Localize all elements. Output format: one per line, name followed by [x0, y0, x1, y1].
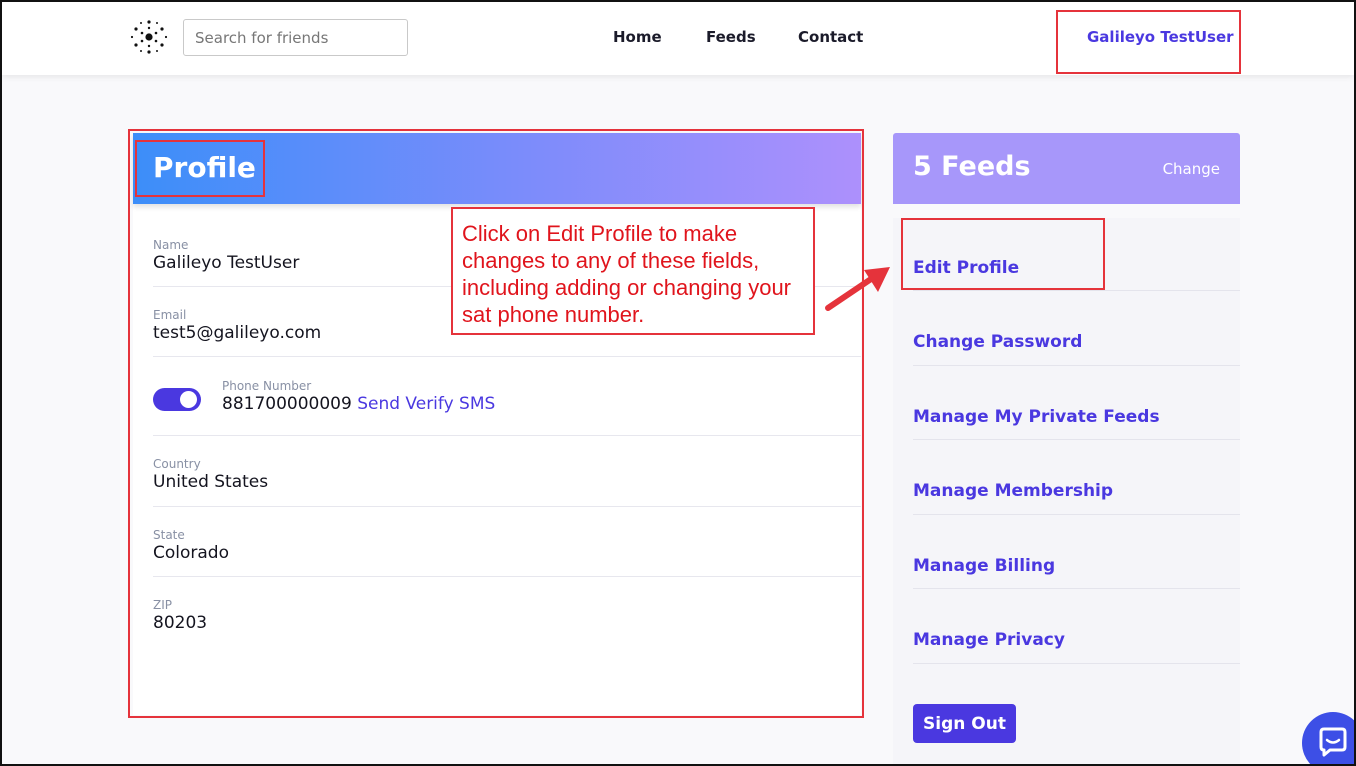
menu-manage-private-feeds[interactable]: Manage My Private Feeds [913, 407, 1160, 427]
send-verify-sms-link[interactable]: Send Verify SMS [357, 394, 495, 414]
divider [913, 663, 1240, 664]
profile-title: Profile [153, 151, 256, 184]
email-label: Email [153, 308, 187, 322]
name-value: Galileyo TestUser [153, 253, 300, 273]
top-navbar: Home Feeds Contact Galileyo TestUser [2, 2, 1354, 75]
feeds-header: 5 Feeds Change [893, 133, 1240, 204]
state-field: State Colorado [153, 528, 229, 563]
menu-manage-privacy[interactable]: Manage Privacy [913, 630, 1065, 650]
divider [913, 290, 1240, 291]
sign-out-button[interactable]: Sign Out [913, 704, 1016, 743]
menu-manage-billing[interactable]: Manage Billing [913, 556, 1055, 576]
menu-change-password[interactable]: Change Password [913, 332, 1082, 352]
phone-toggle[interactable] [153, 388, 201, 411]
state-label: State [153, 528, 185, 542]
name-field: Name Galileyo TestUser [153, 238, 299, 273]
phone-label: Phone Number [222, 379, 312, 393]
phone-value: 881700000009 [222, 394, 352, 414]
phone-line: 881700000009 Send Verify SMS [222, 394, 495, 414]
divider [913, 439, 1240, 440]
search-input[interactable] [183, 19, 408, 56]
country-value: United States [153, 472, 269, 492]
divider [153, 435, 861, 436]
divider [153, 576, 861, 577]
change-feeds-link[interactable]: Change [1163, 160, 1220, 178]
menu-manage-membership[interactable]: Manage Membership [913, 481, 1113, 501]
app-window: Home Feeds Contact Galileyo TestUser Pro… [0, 0, 1356, 766]
menu-edit-profile[interactable]: Edit Profile [913, 258, 1019, 278]
divider [913, 588, 1240, 589]
profile-header: Profile [133, 133, 861, 204]
email-field: Email test5@galileyo.com [153, 308, 321, 343]
feeds-count-title: 5 Feeds [913, 151, 1031, 182]
galileyo-logo-icon[interactable] [130, 18, 168, 56]
state-value: Colorado [153, 543, 229, 563]
nav-feeds-link[interactable]: Feeds [706, 28, 756, 46]
divider [153, 356, 861, 357]
user-menu-link[interactable]: Galileyo TestUser [1087, 28, 1234, 46]
country-label: Country [153, 457, 201, 471]
divider [913, 365, 1240, 366]
divider [913, 514, 1240, 515]
sidebar-menu: Edit Profile Change Password Manage My P… [893, 218, 1240, 764]
chat-widget-button[interactable] [1302, 712, 1354, 764]
name-label: Name [153, 238, 189, 252]
chat-bubble-icon [1319, 727, 1347, 757]
nav-home-link[interactable]: Home [613, 28, 662, 46]
zip-field: ZIP 80203 [153, 598, 207, 633]
phone-field: Phone Number 881700000009 Send Verify SM… [222, 379, 495, 414]
instruction-callout: Click on Edit Profile to make changes to… [451, 207, 815, 335]
zip-value: 80203 [153, 613, 208, 633]
callout-arrow-icon [825, 267, 890, 311]
email-value: test5@galileyo.com [153, 323, 322, 343]
toggle-knob [180, 391, 197, 408]
country-field: Country United States [153, 457, 268, 492]
zip-label: ZIP [153, 598, 172, 612]
divider [153, 506, 861, 507]
nav-contact-link[interactable]: Contact [798, 28, 863, 46]
